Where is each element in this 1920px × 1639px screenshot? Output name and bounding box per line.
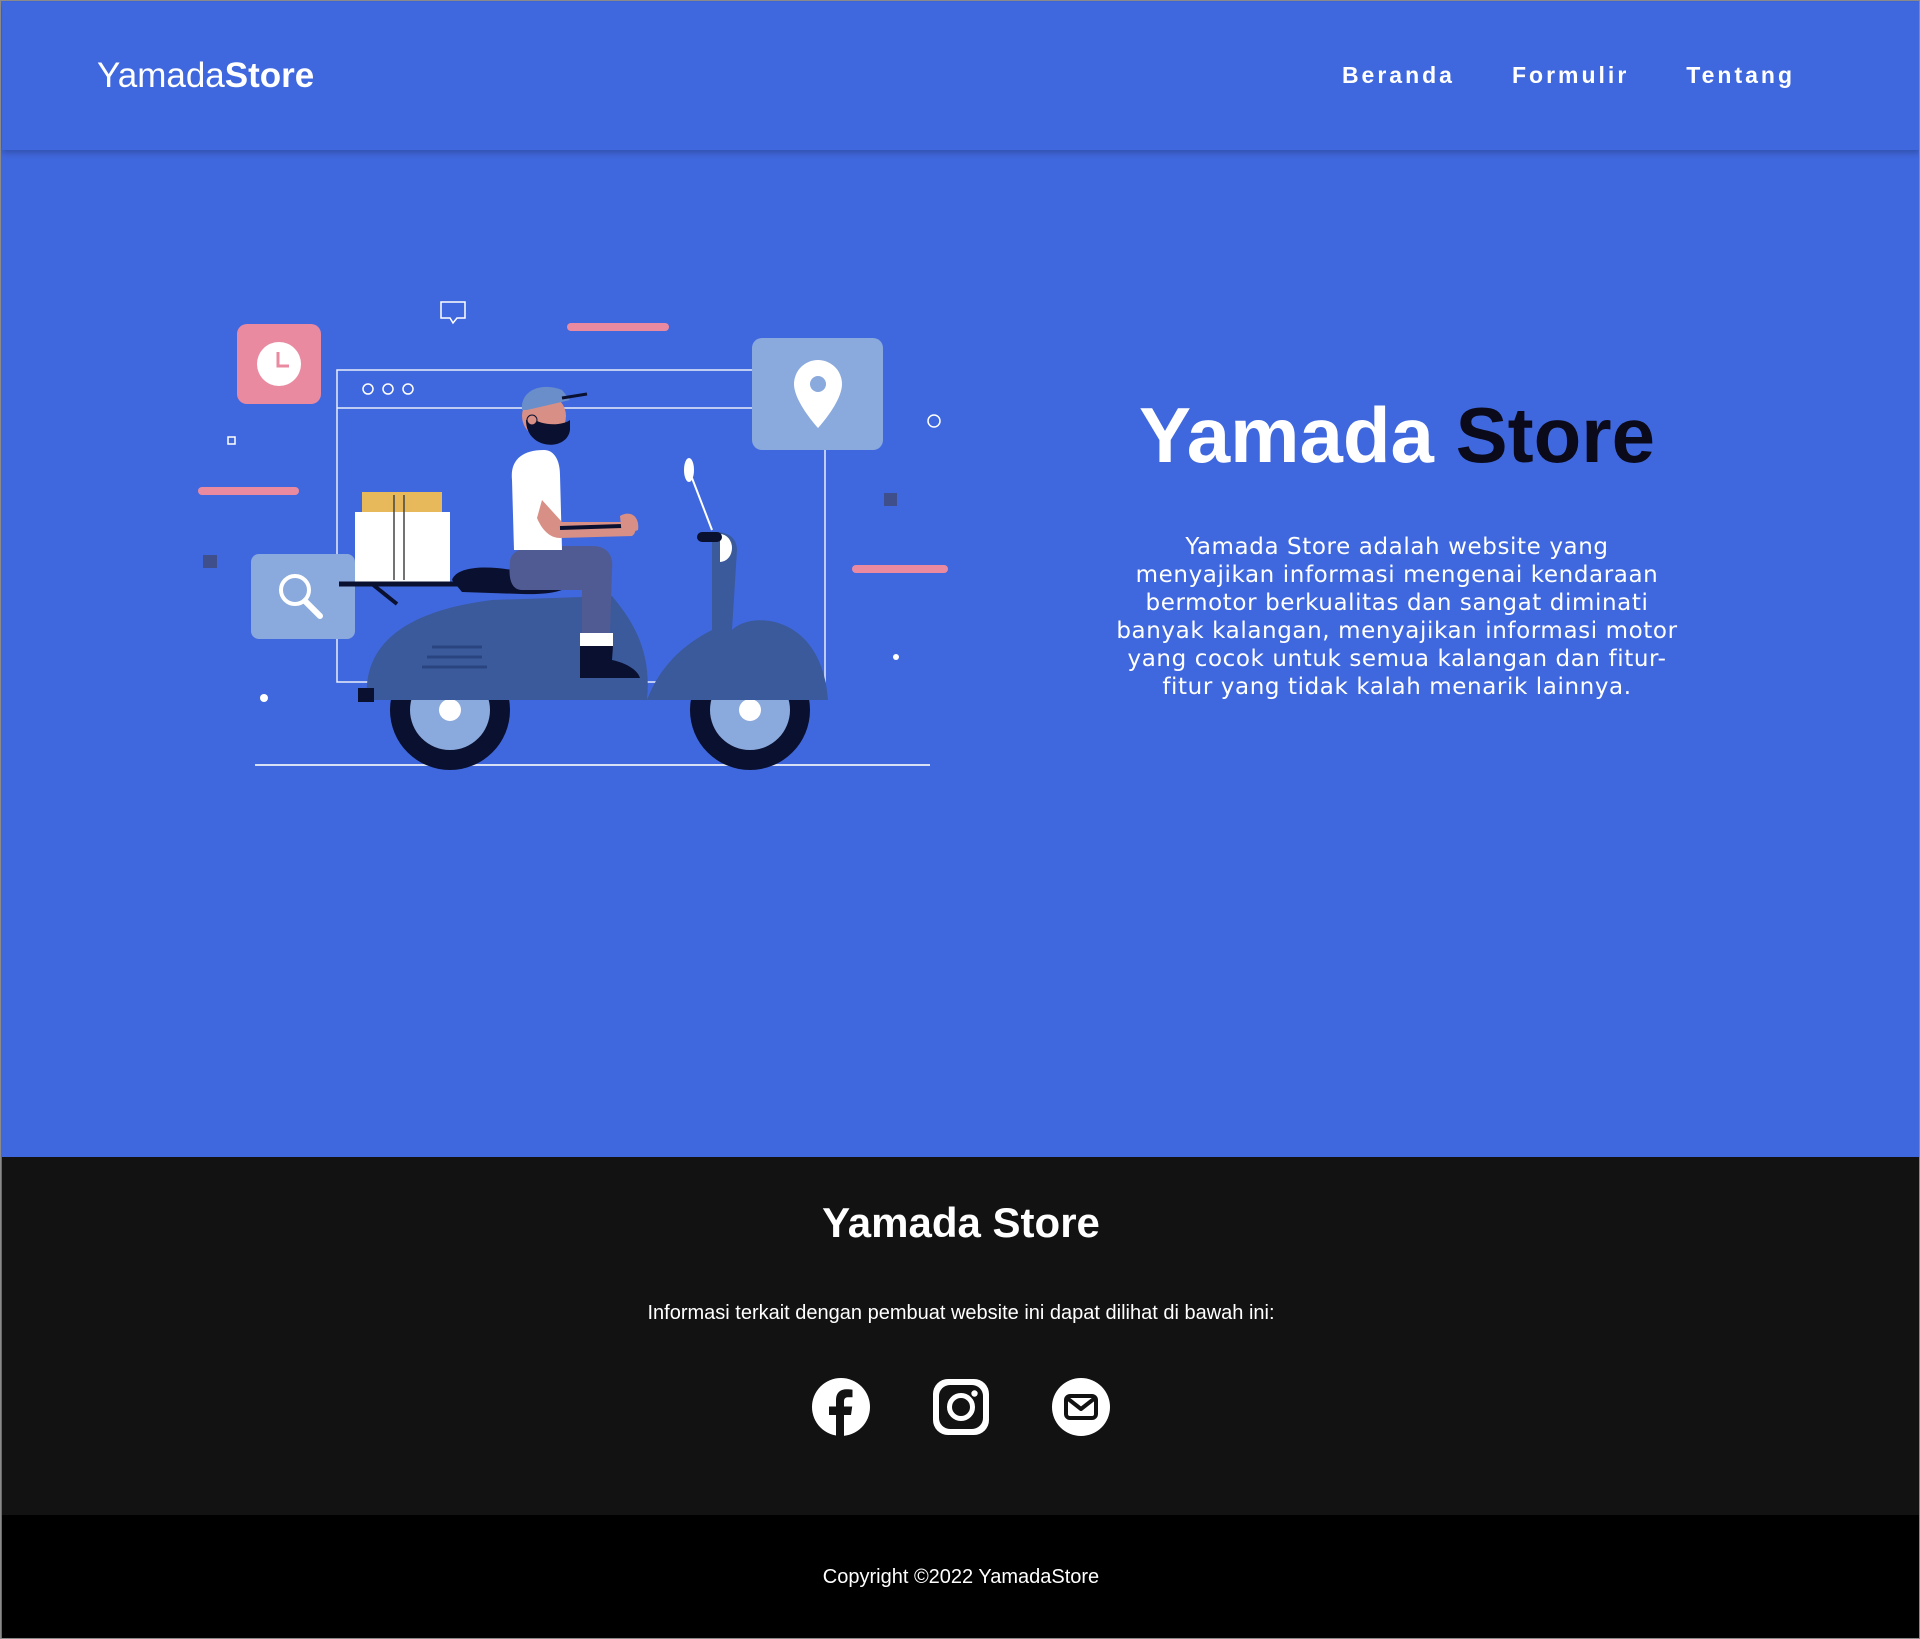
site-header: YamadaStore Beranda Formulir Tentang	[2, 2, 1919, 150]
delivery-scooter-illustration	[198, 301, 948, 770]
browser-page: YamadaStore Beranda Formulir Tentang Yam…	[0, 0, 1920, 1639]
email-icon[interactable]	[1051, 1377, 1111, 1437]
footer-info-text: Informasi terkait dengan pembuat website…	[647, 1302, 1275, 1324]
nav-link-formulir[interactable]: Formulir	[1512, 62, 1629, 89]
logo-light-text: Yamada	[97, 56, 225, 95]
footer-title: Yamada Store	[822, 1199, 1100, 1246]
hero-description: Yamada Store adalah website yang menyaji…	[1116, 534, 1678, 700]
logo-bold-text: Store	[224, 56, 315, 95]
hero-title: Yamada Store	[1112, 390, 1682, 481]
nav-link-beranda[interactable]: Beranda	[1342, 62, 1455, 89]
hero-section: Yamada Store Yamada Store adalah website…	[2, 150, 1919, 1157]
social-links	[2, 1377, 1919, 1437]
site-logo[interactable]: YamadaStore	[97, 56, 314, 96]
instagram-icon[interactable]	[931, 1377, 991, 1437]
hero-text-block: Yamada Store Yamada Store adalah website…	[1112, 390, 1682, 701]
main-nav: Beranda Formulir Tentang	[1342, 62, 1795, 89]
hero-title-light: Yamada	[1139, 391, 1434, 479]
site-footer: Yamada Store Informasi terkait dengan pe…	[2, 1157, 1919, 1515]
copyright-bar: Copyright ©2022 YamadaStore	[2, 1515, 1919, 1638]
nav-link-tentang[interactable]: Tentang	[1686, 62, 1795, 89]
copyright-text: Copyright ©2022 YamadaStore	[822, 1565, 1100, 1588]
facebook-icon[interactable]	[811, 1377, 871, 1437]
hero-title-dark: Store	[1455, 391, 1655, 479]
